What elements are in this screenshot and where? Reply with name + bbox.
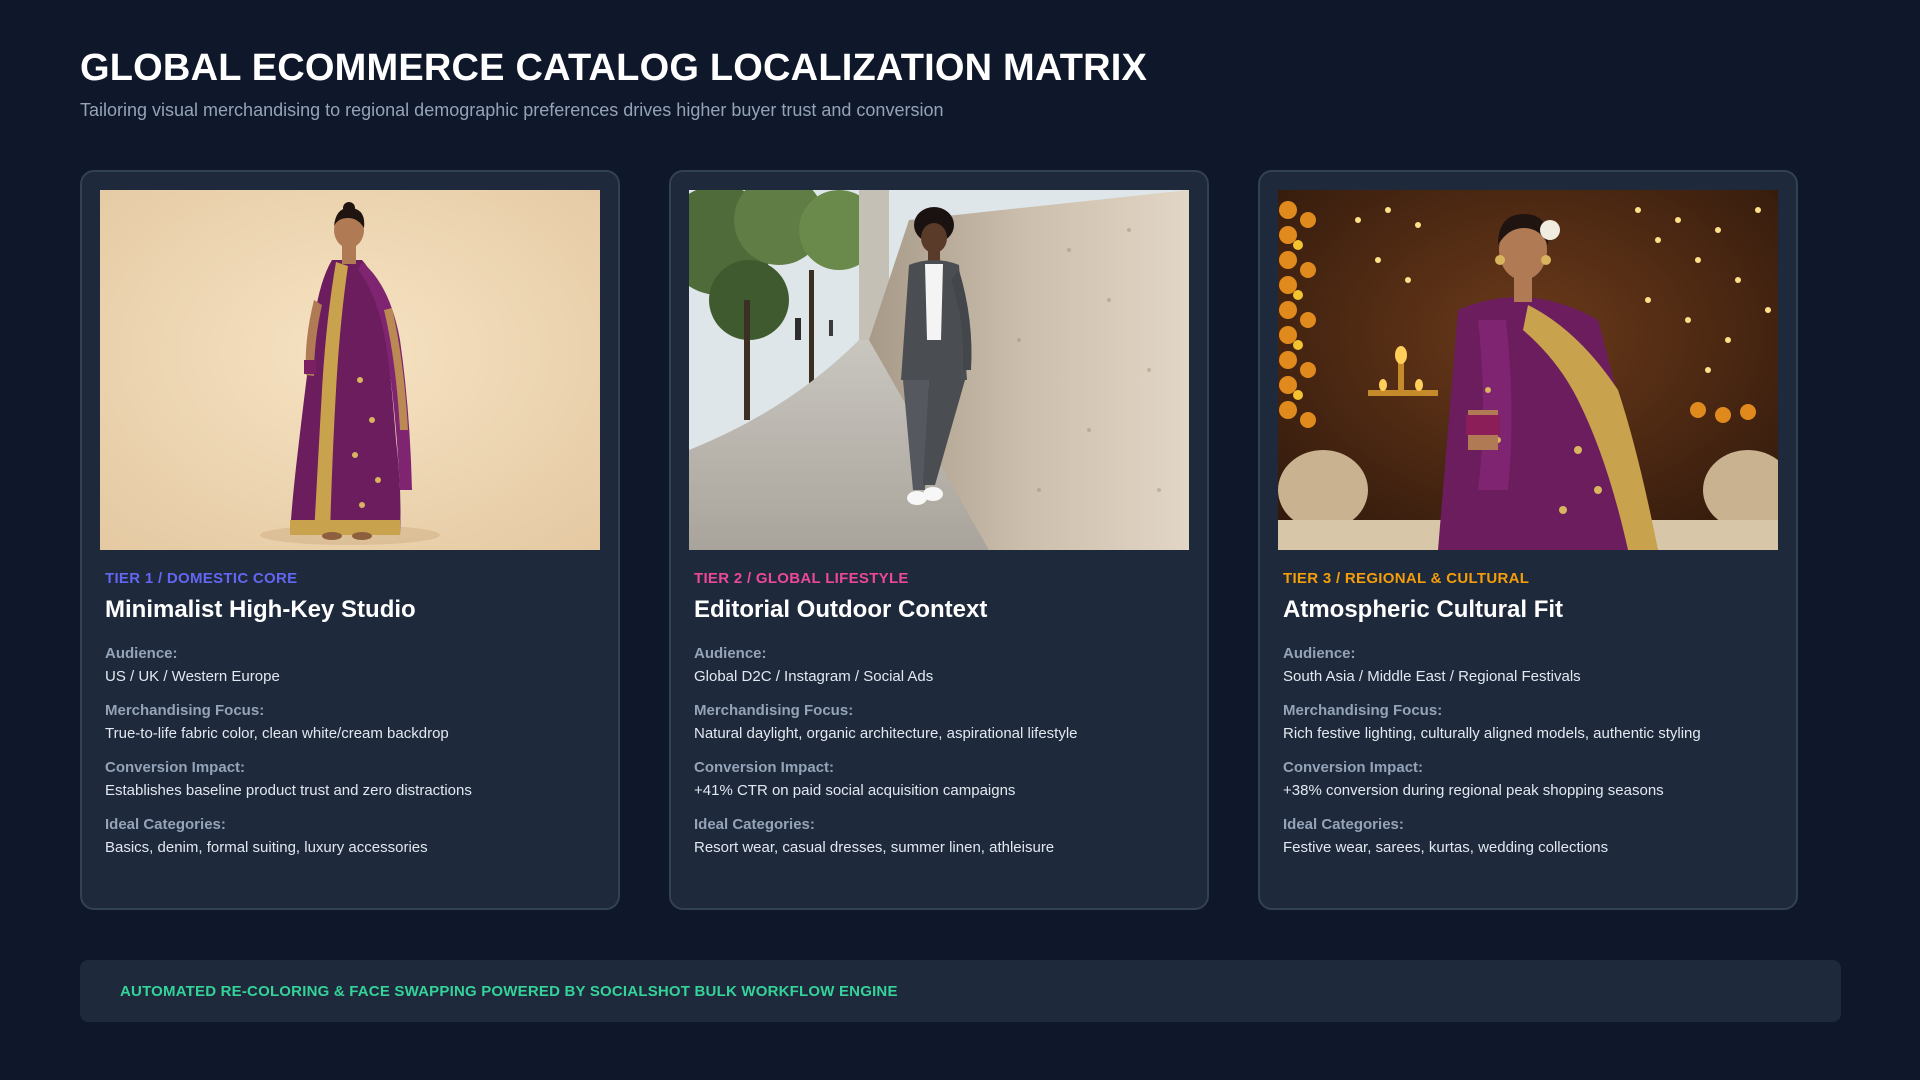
footer-bar: AUTOMATED RE-COLORING & FACE SWAPPING PO… [80,960,1841,1022]
conversion-impact-field: Conversion Impact: +41% CTR on paid soci… [694,759,1184,800]
street-photo [689,190,1189,550]
field-value: Rich festive lighting, culturally aligne… [1283,724,1701,742]
card-title: Editorial Outdoor Context [694,596,988,623]
field-value: Festive wear, sarees, kurtas, wedding co… [1283,838,1609,856]
field-value: Global D2C / Instagram / Social Ads [694,667,934,685]
tier-card-3: TIER 3 / REGIONAL & CULTURAL Atmospheric… [1258,170,1798,910]
field-label: Audience: [1283,644,1356,662]
ideal-categories-field: Ideal Categories: Festive wear, sarees, … [1283,816,1773,857]
page-title: GLOBAL ECOMMERCE CATALOG LOCALIZATION MA… [80,47,1148,89]
studio-photo [100,190,600,550]
tier-card-1: TIER 1 / DOMESTIC CORE Minimalist High-K… [80,170,620,910]
field-value: South Asia / Middle East / Regional Fest… [1283,667,1581,685]
tier-label: TIER 2 / GLOBAL LIFESTYLE [694,570,909,587]
audience-field: Audience: US / UK / Western Europe [105,645,595,686]
conversion-impact-field: Conversion Impact: +38% conversion durin… [1283,759,1773,800]
festive-photo-woman-purple-saree [1278,190,1778,550]
conversion-impact-field: Conversion Impact: Establishes baseline … [105,759,595,800]
tier-card-2: TIER 2 / GLOBAL LIFESTYLE Editorial Outd… [669,170,1209,910]
audience-field: Audience: Global D2C / Instagram / Socia… [694,645,1184,686]
ideal-categories-field: Ideal Categories: Resort wear, casual dr… [694,816,1184,857]
tier-cards: TIER 1 / DOMESTIC CORE Minimalist High-K… [80,170,1798,910]
field-label: Merchandising Focus: [1283,701,1443,719]
page-subtitle: Tailoring visual merchandising to region… [80,99,944,120]
field-value: Establishes baseline product trust and z… [105,781,472,799]
field-label: Ideal Categories: [1283,815,1404,833]
street-photo-woman-grey-suit [689,190,1189,550]
studio-photo-woman-purple-saree [100,190,600,550]
audience-field: Audience: South Asia / Middle East / Reg… [1283,645,1773,686]
field-label: Conversion Impact: [694,758,835,776]
field-label: Conversion Impact: [1283,758,1424,776]
tier-label: TIER 3 / REGIONAL & CULTURAL [1283,570,1530,587]
festive-photo [1278,190,1778,550]
merchandising-focus-field: Merchandising Focus: Natural daylight, o… [694,702,1184,743]
field-label: Ideal Categories: [105,815,226,833]
merchandising-focus-field: Merchandising Focus: True-to-life fabric… [105,702,595,743]
field-value: True-to-life fabric color, clean white/c… [105,724,449,742]
field-value: Basics, denim, formal suiting, luxury ac… [105,838,428,856]
field-value: Resort wear, casual dresses, summer line… [694,838,1055,856]
field-label: Audience: [694,644,767,662]
field-label: Audience: [105,644,178,662]
footer-text: AUTOMATED RE-COLORING & FACE SWAPPING PO… [120,982,898,1000]
tier-label: TIER 1 / DOMESTIC CORE [105,570,298,587]
field-label: Merchandising Focus: [694,701,854,719]
field-label: Conversion Impact: [105,758,246,776]
card-title: Atmospheric Cultural Fit [1283,596,1564,623]
merchandising-focus-field: Merchandising Focus: Rich festive lighti… [1283,702,1773,743]
field-value: +41% CTR on paid social acquisition camp… [694,781,1016,799]
field-label: Merchandising Focus: [105,701,265,719]
ideal-categories-field: Ideal Categories: Basics, denim, formal … [105,816,595,857]
field-value: US / UK / Western Europe [105,667,280,685]
page-header: GLOBAL ECOMMERCE CATALOG LOCALIZATION MA… [80,47,1148,121]
field-value: Natural daylight, organic architecture, … [694,724,1078,742]
field-label: Ideal Categories: [694,815,815,833]
field-value: +38% conversion during regional peak sho… [1283,781,1664,799]
card-title: Minimalist High-Key Studio [105,596,416,623]
